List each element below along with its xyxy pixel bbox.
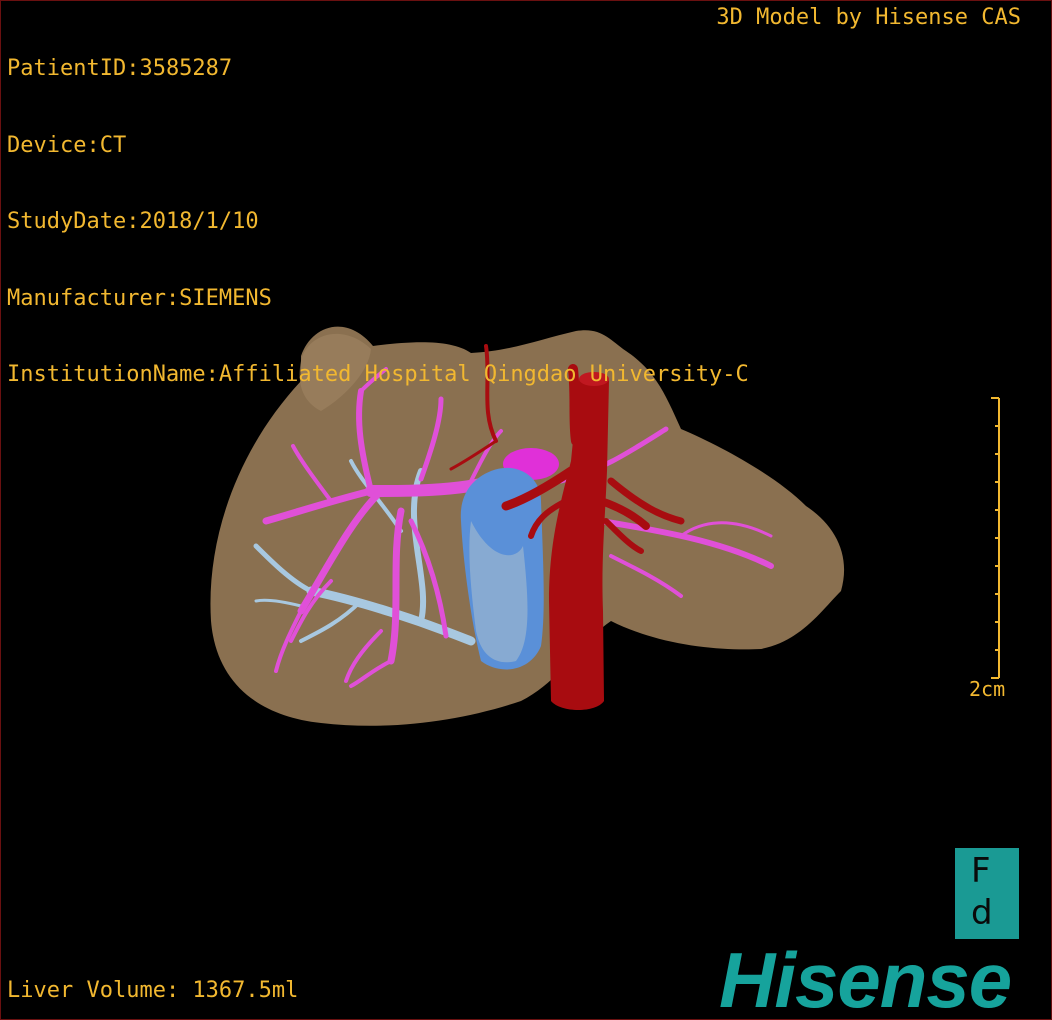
patient-info-block: PatientID:3585287 Device:CT StudyDate:20… <box>7 5 749 439</box>
study-date-text: StudyDate:2018/1/10 <box>7 209 259 234</box>
orientation-bottom-glyph: d <box>971 893 993 933</box>
orientation-marker: F d <box>955 848 1019 939</box>
patient-id-text: PatientID:3585287 <box>7 56 233 81</box>
hisense-logo: Hisense <box>719 936 1012 1020</box>
app-title: 3D Model by Hisense CAS <box>716 5 1021 30</box>
institution-text: InstitutionName:Affiliated Hospital Qing… <box>7 362 749 387</box>
3d-viewport[interactable]: PatientID:3585287 Device:CT StudyDate:20… <box>0 0 1052 1020</box>
scale-bar-label: 2cm <box>969 677 1006 701</box>
orientation-top-glyph: F <box>971 851 991 891</box>
scale-bar <box>991 397 1000 679</box>
manufacturer-text: Manufacturer:SIEMENS <box>7 285 272 311</box>
device-text: Device:CT <box>7 132 127 158</box>
liver-volume-text: Liver Volume: 1367.5ml <box>7 978 299 1003</box>
